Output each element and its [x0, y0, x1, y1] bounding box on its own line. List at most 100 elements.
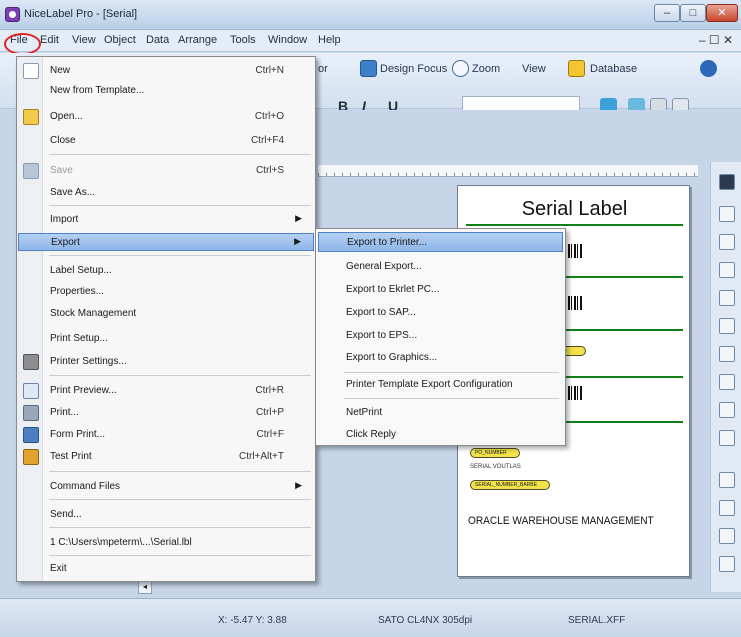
horizontal-scroll-left[interactable]: ◂ [138, 580, 152, 594]
form-print-icon [23, 427, 39, 443]
submenu-arrow-icon: ▶ [295, 213, 302, 223]
save-icon [23, 163, 39, 179]
menu-item-command-files[interactable]: Command Files ▶ [18, 478, 314, 496]
ellipse-tool-icon[interactable] [719, 374, 735, 390]
menu-item-export[interactable]: Export ▶ [18, 233, 314, 251]
inverse-tool-icon[interactable] [719, 402, 735, 418]
title-bar: NiceLabel Pro - [Serial] – □ ✕ [0, 0, 741, 30]
test-print-icon [23, 449, 39, 465]
menu-item-save[interactable]: Save Ctrl+S [18, 162, 314, 180]
menu-item-new[interactable]: New Ctrl+N [18, 62, 314, 80]
menu-item-new-from-template[interactable]: New from Template... [18, 82, 314, 100]
minimize-button[interactable]: – [654, 4, 680, 22]
file-menu-annotation-circle [4, 33, 41, 55]
submenu-item-netprint[interactable]: NetPrint [318, 403, 563, 423]
menu-separator [344, 398, 559, 399]
menu-window[interactable]: Window [268, 34, 307, 46]
submenu-item-export-to-graphics[interactable]: Export to Graphics... [318, 348, 563, 368]
zoom-button[interactable]: Zoom [472, 63, 500, 75]
menu-separator [344, 372, 559, 373]
text-tool-icon[interactable] [719, 206, 735, 222]
menu-object[interactable]: Object [104, 34, 136, 46]
app-logo-icon [5, 7, 20, 22]
maximize-button[interactable]: □ [680, 4, 706, 22]
cursor-coordinates: X: -5.47 Y: 3.88 [218, 615, 287, 626]
menu-arrange[interactable]: Arrange [178, 34, 217, 46]
submenu-item-general-export[interactable]: General Export... [318, 257, 563, 277]
menu-item-save-as[interactable]: Save As... [18, 184, 314, 202]
menu-item-form-print[interactable]: Form Print... Ctrl+F [18, 426, 314, 444]
menu-separator [49, 527, 311, 528]
submenu-item-export-to-printer[interactable]: Export to Printer... [318, 232, 563, 252]
barcode-tool-icon[interactable] [719, 174, 735, 190]
rectangle-tool-icon[interactable] [719, 318, 735, 334]
function-tool-icon[interactable] [719, 500, 735, 516]
menu-separator [49, 205, 311, 206]
submenu-item-template-export-config[interactable]: Printer Template Export Configuration [318, 375, 563, 395]
print-icon [23, 405, 39, 421]
menu-item-exit[interactable]: Exit [18, 560, 314, 578]
menu-help[interactable]: Help [318, 34, 341, 46]
label-file-name: SERIAL.XFF [568, 615, 626, 626]
submenu-arrow-icon: ▶ [295, 480, 302, 490]
right-toolbox [710, 162, 741, 592]
help-icon[interactable] [700, 60, 717, 77]
menu-view[interactable]: View [72, 34, 96, 46]
view-button[interactable]: View [522, 63, 546, 75]
label-footer-text[interactable]: ORACLE WAREHOUSE MANAGEMENT [468, 515, 654, 527]
variable-tool-icon[interactable] [719, 430, 735, 446]
menu-item-properties[interactable]: Properties... [18, 283, 314, 301]
menu-item-open[interactable]: Open... Ctrl+O [18, 108, 314, 126]
line-tool-icon[interactable] [719, 346, 735, 362]
menu-item-label-setup[interactable]: Label Setup... [18, 262, 314, 280]
label-title-text[interactable]: Serial Label [458, 198, 691, 221]
menu-bar: File Edit View Object Data Arrange Tools… [0, 30, 741, 52]
submenu-item-export-to-eps[interactable]: Export to EPS... [318, 326, 563, 346]
zoom-icon [452, 60, 469, 77]
menu-item-stock-management[interactable]: Stock Management [18, 305, 314, 323]
print-preview-icon [23, 383, 39, 399]
design-focus-icon [360, 60, 377, 77]
menu-tools[interactable]: Tools [230, 34, 256, 46]
menu-item-print-setup[interactable]: Print Setup... [18, 330, 314, 348]
database-tool-icon[interactable] [719, 472, 735, 488]
close-button[interactable]: ✕ [706, 4, 738, 22]
menu-item-print-preview[interactable]: Print Preview... Ctrl+R [18, 382, 314, 400]
menu-separator [49, 471, 311, 472]
menu-separator [49, 499, 311, 500]
export-submenu: Export to Printer... General Export... E… [315, 228, 566, 446]
menu-item-close[interactable]: Close Ctrl+F4 [18, 132, 314, 150]
mdi-window-controls[interactable]: – ☐ ✕ [699, 33, 733, 47]
printer-name: SATO CL4NX 305dpi [378, 615, 473, 626]
menu-item-recent-file[interactable]: 1 C:\Users\mpeterm\...\Serial.lbl [18, 534, 314, 552]
graphic-tool-icon[interactable] [719, 290, 735, 306]
database-button[interactable]: Database [590, 63, 637, 75]
menu-item-test-print[interactable]: Test Print Ctrl+Alt+T [18, 448, 314, 466]
po-number-pill[interactable]: PO_NUMBER [470, 448, 520, 458]
group-tool-icon[interactable] [719, 556, 735, 572]
menu-item-printer-settings[interactable]: Printer Settings... [18, 353, 314, 371]
paragraph-tool-icon[interactable] [719, 234, 735, 250]
menu-separator [49, 154, 311, 155]
label-rule [466, 224, 683, 226]
window-title: NiceLabel Pro - [Serial] [24, 8, 138, 20]
database-icon [568, 60, 585, 77]
menu-data[interactable]: Data [146, 34, 169, 46]
menu-edit[interactable]: Edit [40, 34, 59, 46]
horizontal-ruler [318, 165, 698, 177]
menu-item-send[interactable]: Send... [18, 506, 314, 524]
serial-number-pill[interactable]: SERIAL_NUMBER_BARBE [470, 480, 550, 490]
align-tool-icon[interactable] [719, 528, 735, 544]
menu-separator [49, 255, 311, 256]
design-focus-button[interactable]: Design Focus [380, 63, 447, 75]
menu-item-import[interactable]: Import ▶ [18, 211, 314, 229]
submenu-item-export-to-ekrlet[interactable]: Export to Ekrlet PC... [318, 280, 563, 300]
serial-caption: SERIAL VOUTLAS [470, 464, 521, 470]
submenu-item-export-to-sap[interactable]: Export to SAP... [318, 303, 563, 323]
file-menu-dropdown: New Ctrl+N New from Template... Open... … [16, 56, 316, 582]
submenu-item-click-reply[interactable]: Click Reply [318, 425, 563, 445]
menu-item-print[interactable]: Print... Ctrl+P [18, 404, 314, 422]
open-folder-icon [23, 109, 39, 125]
menu-separator [49, 555, 311, 556]
rtf-tool-icon[interactable] [719, 262, 735, 278]
